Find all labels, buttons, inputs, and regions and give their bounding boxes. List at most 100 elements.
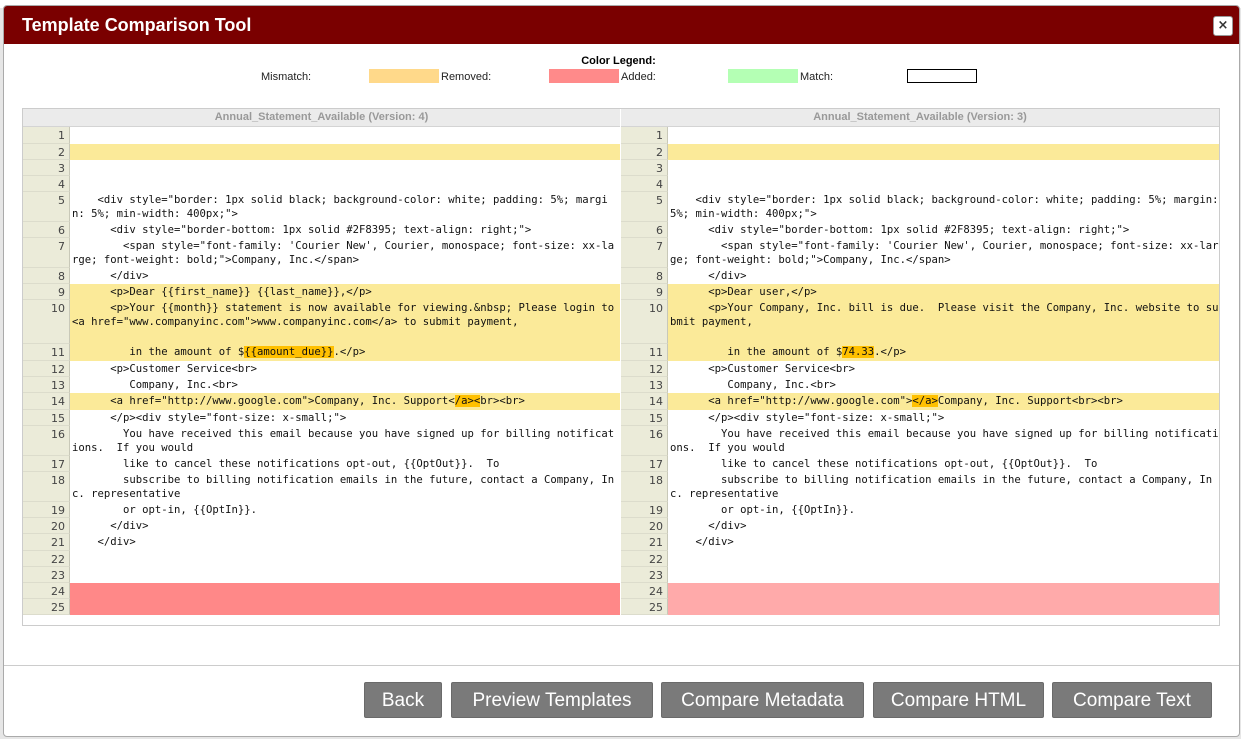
right-line-16: 16 You have received this email because …	[621, 426, 1219, 456]
line-number: 14	[621, 393, 668, 410]
left-line-14: 14 <a href="http://www.google.com">Compa…	[23, 393, 620, 410]
legend-swatch-removed	[549, 69, 619, 83]
line-number: 22	[621, 551, 668, 567]
left-line-17: 17 like to cancel these notifications op…	[23, 456, 620, 472]
code-segment: <div style="border: 1px solid black; bac…	[670, 194, 1219, 220]
footer-divider	[4, 665, 1239, 666]
color-legend: Mismatch: Removed: Added: Match:	[4, 69, 1239, 85]
back-button[interactable]: Back	[364, 682, 442, 718]
code-text: <a href="http://www.google.com">Company,…	[70, 393, 620, 410]
line-number: 5	[621, 192, 668, 222]
code-segment: Company, Inc.<br>	[670, 379, 836, 391]
right-line-5: 5 <div style="border: 1px solid black; b…	[621, 192, 1219, 222]
right-line-13: 13 Company, Inc.<br>	[621, 377, 1219, 393]
line-number: 12	[621, 361, 668, 377]
left-pane-header: Annual_Statement_Available (Version: 4)	[23, 109, 620, 127]
comparison-area: Annual_Statement_Available (Version: 4) …	[22, 108, 1220, 626]
code-segment: You have received this email because you…	[670, 428, 1219, 454]
code-segment: <a href="http://www.google.com">Company,…	[72, 395, 455, 407]
legend-title-text: Color Legend:	[581, 55, 656, 67]
code-text: <p>Customer Service<br>	[668, 361, 1219, 377]
code-segment: <p>Customer Service<br>	[72, 363, 257, 375]
right-line-20: 20 </div>	[621, 518, 1219, 534]
line-number: 19	[621, 502, 668, 518]
code-segment: <p>Your Company, Inc. bill is due. Pleas…	[670, 302, 1219, 328]
line-number: 23	[621, 567, 668, 583]
code-segment: </p><div style="font-size: x-small;">	[72, 412, 347, 424]
line-number: 10	[23, 300, 70, 344]
code-text	[668, 144, 1219, 160]
left-pane[interactable]: Annual_Statement_Available (Version: 4) …	[23, 109, 620, 625]
code-text	[70, 144, 620, 160]
code-segment: <div style="border: 1px solid black; bac…	[72, 194, 608, 220]
left-line-18: 18 subscribe to billing notification ema…	[23, 472, 620, 502]
right-line-3: 3	[621, 160, 1219, 176]
right-line-11: 11 in the amount of $74.33.</p>	[621, 344, 1219, 361]
line-number: 16	[23, 426, 70, 456]
right-pane[interactable]: Annual_Statement_Available (Version: 3) …	[621, 109, 1219, 625]
left-line-23: 23	[23, 567, 620, 583]
code-text	[70, 583, 620, 599]
code-segment: in the amount of $	[72, 346, 245, 358]
right-line-25: 25	[621, 599, 1219, 615]
code-segment: <p>Dear {{first_name}} {{last_name}},</p…	[72, 286, 372, 298]
code-text: <p>Your {{month}} statement is now avail…	[70, 300, 620, 344]
left-line-6: 6 <div style="border-bottom: 1px solid #…	[23, 222, 620, 238]
dialog-title: Template Comparison Tool	[22, 14, 252, 35]
code-segment: </div>	[670, 520, 747, 532]
code-segment: <span style="font-family: 'Courier New',…	[72, 240, 615, 266]
line-number: 14	[23, 393, 70, 410]
code-segment: like to cancel these notifications opt-o…	[72, 458, 500, 470]
line-number: 11	[621, 344, 668, 361]
left-line-25: 25	[23, 599, 620, 615]
line-number: 2	[621, 144, 668, 160]
compare-html-button[interactable]: Compare HTML	[873, 682, 1044, 718]
left-line-20: 20 </div>	[23, 518, 620, 534]
line-number: 3	[621, 160, 668, 176]
left-line-10: 10 <p>Your {{month}} statement is now av…	[23, 300, 620, 344]
code-segment: </div>	[72, 520, 149, 532]
code-text: subscribe to billing notification emails…	[70, 472, 620, 502]
line-number: 9	[23, 284, 70, 300]
line-number: 23	[23, 567, 70, 583]
line-number: 6	[23, 222, 70, 238]
compare-metadata-button[interactable]: Compare Metadata	[661, 682, 864, 718]
preview-templates-button[interactable]: Preview Templates	[451, 682, 653, 718]
line-number: 24	[621, 583, 668, 599]
line-number: 8	[23, 268, 70, 284]
line-number: 22	[23, 551, 70, 567]
left-line-11: 11 in the amount of ${{amount_due}}.</p>	[23, 344, 620, 361]
code-segment: .</p>	[874, 346, 906, 358]
diff-highlight: /a>	[454, 395, 474, 407]
line-number: 12	[23, 361, 70, 377]
code-segment: </div>	[72, 270, 149, 282]
code-text: You have received this email because you…	[668, 426, 1219, 456]
code-segment: <p>Your {{month}} statement is now avail…	[72, 302, 620, 328]
code-segment: .</p>	[333, 346, 366, 358]
line-number: 1	[621, 127, 668, 144]
left-line-9: 9 <p>Dear {{first_name}} {{last_name}},<…	[23, 284, 620, 300]
right-code-lines: 12345 <div style="border: 1px solid blac…	[621, 127, 1219, 615]
code-segment: <a href="http://www.google.com">	[670, 395, 913, 407]
left-line-19: 19 or opt-in, {{OptIn}}.	[23, 502, 620, 518]
line-number: 2	[23, 144, 70, 160]
line-number: 10	[621, 300, 668, 344]
right-line-22: 22	[621, 551, 1219, 567]
left-line-5: 5 <div style="border: 1px solid black; b…	[23, 192, 620, 222]
code-segment: or opt-in, {{OptIn}}.	[670, 504, 855, 516]
close-icon[interactable]: ×	[1213, 16, 1233, 36]
code-segment: like to cancel these notifications opt-o…	[670, 458, 1098, 470]
right-line-12: 12 <p>Customer Service<br>	[621, 361, 1219, 377]
legend-swatch-match	[907, 69, 977, 83]
left-line-8: 8 </div>	[23, 268, 620, 284]
compare-text-button[interactable]: Compare Text	[1052, 682, 1212, 718]
line-number: 17	[23, 456, 70, 472]
line-number: 18	[621, 472, 668, 502]
code-segment: Company, Inc.<br>	[72, 379, 238, 391]
line-number: 7	[621, 238, 668, 268]
